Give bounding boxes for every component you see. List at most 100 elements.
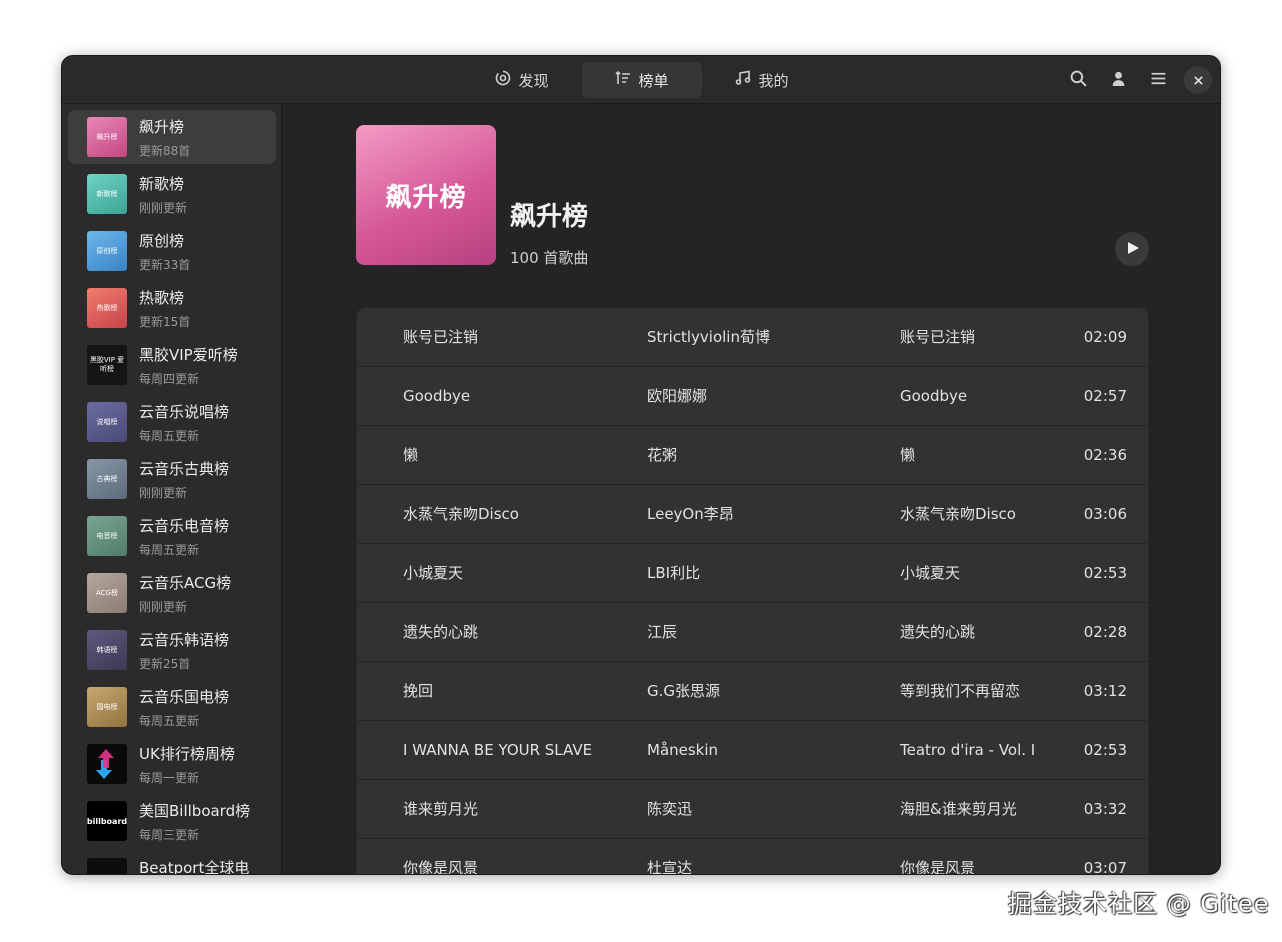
close-button[interactable]: [1184, 66, 1212, 94]
song-duration: 02:57: [1083, 387, 1127, 405]
sidebar-item[interactable]: 黑胶VIP 爱听榜 黑胶VIP爱听榜 每周四更新: [68, 338, 276, 392]
song-artist[interactable]: LBI利比: [647, 544, 887, 602]
sidebar-item[interactable]: 热歌榜 热歌榜 更新15首: [68, 281, 276, 335]
song-duration: 03:32: [1083, 800, 1127, 818]
sidebar-item-name: 云音乐国电榜: [139, 688, 230, 706]
play-all-button[interactable]: [1115, 232, 1149, 266]
song-row[interactable]: 你像是风景 杜宣达 你像是风景 03:07: [357, 839, 1148, 874]
song-title: 小城夏天: [403, 564, 464, 582]
chart-thumbnail: 古典榜: [87, 459, 127, 499]
sidebar-item-name: 云音乐ACG榜: [139, 574, 232, 592]
sidebar-item-name: UK排行榜周榜: [139, 745, 235, 763]
chart-thumbnail: 新歌榜: [87, 174, 127, 214]
song-duration: 02:53: [1083, 564, 1127, 582]
sidebar-item-subtitle: 更新33首: [139, 258, 191, 272]
sidebar-item[interactable]: 原创榜 原创榜 更新33首: [68, 224, 276, 278]
song-album[interactable]: Goodbye: [900, 367, 1050, 425]
chart-thumbnail: 黑胶VIP 爱听榜: [87, 345, 127, 385]
song-album[interactable]: 你像是风景: [900, 839, 1050, 874]
song-album[interactable]: 小城夏天: [900, 544, 1050, 602]
song-artist[interactable]: 杜宣达: [647, 839, 887, 874]
watermark: 掘金技术社区 @ Gitee: [1008, 890, 1270, 918]
discover-icon: [495, 70, 511, 90]
view-switcher: 发现 榜单 我的: [462, 62, 822, 98]
song-artist[interactable]: G.G张思源: [647, 662, 887, 720]
song-duration: 02:53: [1083, 741, 1127, 759]
sidebar-item[interactable]: 韩语榜 云音乐韩语榜 更新25首: [68, 623, 276, 677]
song-row[interactable]: Goodbye 欧阳娜娜 Goodbye 02:57: [357, 367, 1148, 426]
song-duration: 03:07: [1083, 859, 1127, 874]
song-title: 水蒸气亲吻Disco: [403, 505, 519, 523]
sidebar-item[interactable]: UK排行榜周榜 每周一更新: [68, 737, 276, 791]
song-row[interactable]: 小城夏天 LBI利比 小城夏天 02:53: [357, 544, 1148, 603]
sidebar-item-name: 云音乐韩语榜: [139, 631, 230, 649]
sidebar-item[interactable]: 新歌榜 新歌榜 刚刚更新: [68, 167, 276, 221]
song-row[interactable]: 水蒸气亲吻Disco LeeyOn李昂 水蒸气亲吻Disco 03:06: [357, 485, 1148, 544]
sidebar-item-subtitle: 更新88首: [139, 144, 191, 158]
song-album[interactable]: 遗失的心跳: [900, 603, 1050, 661]
song-album[interactable]: 等到我们不再留恋: [900, 662, 1050, 720]
song-row[interactable]: 挽回 G.G张思源 等到我们不再留恋 03:12: [357, 662, 1148, 721]
chart-sidebar: 飙升榜 飙升榜 更新88首 新歌榜 新歌榜 刚刚更新 原创榜 原创榜 更新33首…: [62, 104, 282, 874]
song-row[interactable]: 谁来剪月光 陈奕迅 海胆&谁来剪月光 03:32: [357, 780, 1148, 839]
sidebar-item-name: 云音乐古典榜: [139, 460, 230, 478]
song-album[interactable]: 海胆&谁来剪月光: [900, 780, 1050, 838]
sidebar-item-name: 美国Billboard榜: [139, 802, 251, 820]
sidebar-item-subtitle: 每周三更新: [139, 828, 200, 842]
user-icon: [1110, 70, 1127, 91]
sidebar-item-subtitle: 更新15首: [139, 315, 191, 329]
song-title: 懒: [403, 446, 419, 464]
song-artist[interactable]: 江辰: [647, 603, 887, 661]
tab-charts-label: 榜单: [638, 71, 669, 90]
song-row[interactable]: 遗失的心跳 江辰 遗失的心跳 02:28: [357, 603, 1148, 662]
uk-arrows-icon: [96, 749, 114, 779]
sidebar-item-subtitle: 每周五更新: [139, 714, 200, 728]
sidebar-item[interactable]: 古典榜 云音乐古典榜 刚刚更新: [68, 452, 276, 506]
song-title: Goodbye: [403, 387, 471, 405]
song-album[interactable]: 懒: [900, 426, 1050, 484]
sidebar-item[interactable]: 说唱榜 云音乐说唱榜 每周五更新: [68, 395, 276, 449]
song-duration: 02:28: [1083, 623, 1127, 641]
song-album[interactable]: Teatro d'ira - Vol. I: [900, 721, 1050, 779]
sidebar-item[interactable]: 国电榜 云音乐国电榜 每周五更新: [68, 680, 276, 734]
song-list: 账号已注销 Strictlyviolin荀博 账号已注销 02:09 Goodb…: [356, 307, 1149, 874]
sidebar-item[interactable]: Beatport全球电: [68, 851, 276, 874]
sidebar-item[interactable]: billboard 美国Billboard榜 每周三更新: [68, 794, 276, 848]
song-album[interactable]: 水蒸气亲吻Disco: [900, 485, 1050, 543]
song-duration: 02:09: [1083, 328, 1127, 346]
song-row[interactable]: I WANNA BE YOUR SLAVE Måneskin Teatro d'…: [357, 721, 1148, 780]
menu-button[interactable]: [1144, 66, 1172, 94]
song-artist[interactable]: 陈奕迅: [647, 780, 887, 838]
user-button[interactable]: [1104, 66, 1132, 94]
tab-mine[interactable]: 我的: [702, 62, 822, 98]
song-title: 谁来剪月光: [403, 800, 479, 818]
music-note-icon: [735, 70, 751, 90]
sidebar-item-subtitle: 每周四更新: [139, 372, 200, 386]
playlist-cover: 飙升榜: [356, 125, 496, 265]
tab-charts[interactable]: 榜单: [582, 62, 702, 98]
song-artist[interactable]: 花粥: [647, 426, 887, 484]
sidebar-item[interactable]: ACG榜 云音乐ACG榜 刚刚更新: [68, 566, 276, 620]
song-album[interactable]: 账号已注销: [900, 308, 1050, 366]
chart-thumbnail: 电音榜: [87, 516, 127, 556]
song-row[interactable]: 账号已注销 Strictlyviolin荀博 账号已注销 02:09: [357, 308, 1148, 367]
chart-thumbnail: 国电榜: [87, 687, 127, 727]
song-title: 挽回: [403, 682, 434, 700]
song-artist[interactable]: LeeyOn李昂: [647, 485, 887, 543]
tab-mine-label: 我的: [758, 71, 789, 90]
chart-thumbnail: [87, 858, 127, 874]
close-icon: [1193, 71, 1204, 90]
sidebar-item-subtitle: 刚刚更新: [139, 201, 188, 215]
search-button[interactable]: [1064, 66, 1092, 94]
tab-discover[interactable]: 发现: [462, 62, 582, 98]
song-artist[interactable]: 欧阳娜娜: [647, 367, 887, 425]
play-icon: [1124, 240, 1140, 259]
header-bar: 发现 榜单 我的: [62, 56, 1220, 104]
sidebar-item[interactable]: 飙升榜 飙升榜 更新88首: [68, 110, 276, 164]
song-artist[interactable]: Måneskin: [647, 721, 887, 779]
song-row[interactable]: 懒 花粥 懒 02:36: [357, 426, 1148, 485]
song-artist[interactable]: Strictlyviolin荀博: [647, 308, 887, 366]
song-title: I WANNA BE YOUR SLAVE: [403, 741, 593, 759]
sidebar-item[interactable]: 电音榜 云音乐电音榜 每周五更新: [68, 509, 276, 563]
menu-icon: [1150, 70, 1167, 91]
